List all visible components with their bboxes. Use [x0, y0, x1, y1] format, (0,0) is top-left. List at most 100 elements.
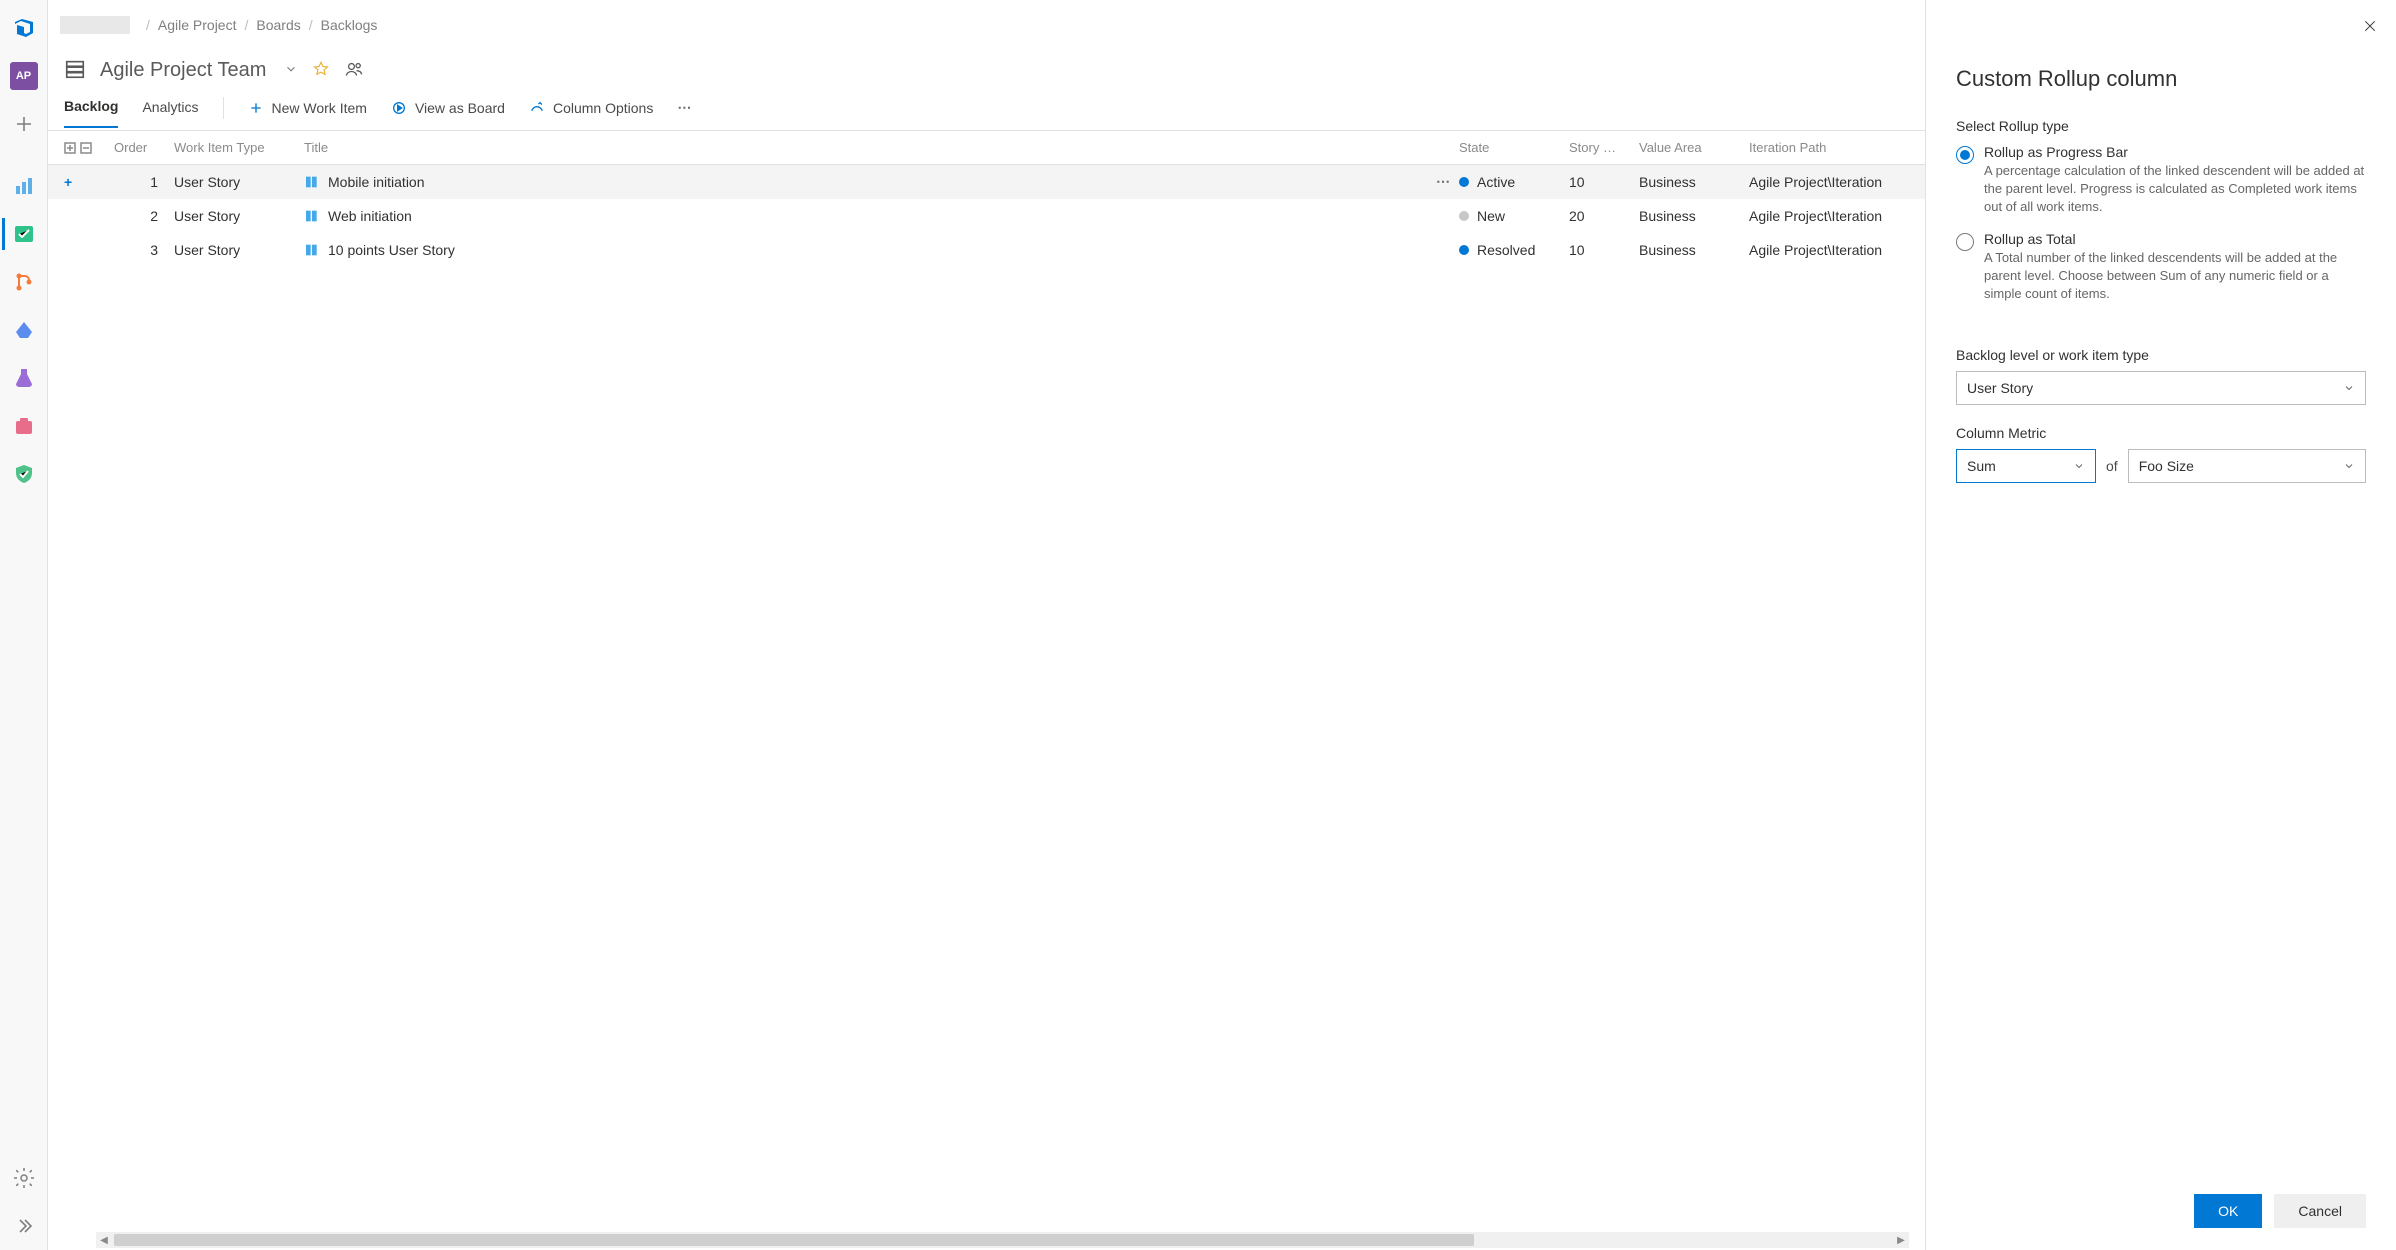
- expand-rail-icon[interactable]: [2, 1204, 46, 1248]
- panel-title: Custom Rollup column: [1956, 66, 2366, 92]
- radio-progress-bar-input[interactable]: [1956, 146, 1974, 164]
- backlog-icon: [64, 58, 86, 83]
- radio-total[interactable]: Rollup as Total A Total number of the li…: [1956, 231, 2366, 304]
- cell-state: New: [1459, 208, 1569, 224]
- cell-state: Active: [1459, 174, 1569, 190]
- column-metric-label: Column Metric: [1956, 425, 2366, 441]
- new-work-item-button[interactable]: New Work Item: [248, 100, 367, 126]
- cell-order: 3: [114, 242, 174, 258]
- table-row[interactable]: +1User StoryMobile initiation⋯Active10Bu…: [48, 165, 1925, 199]
- pipelines-icon[interactable]: [2, 308, 46, 352]
- cell-work-item-type: User Story: [174, 242, 304, 258]
- tab-backlog[interactable]: Backlog: [64, 98, 118, 128]
- radio-total-desc: A Total number of the linked descendents…: [1984, 249, 2366, 304]
- project-badge[interactable]: AP: [2, 54, 46, 98]
- cell-order: 2: [114, 208, 174, 224]
- col-order[interactable]: Order: [114, 140, 174, 155]
- col-title[interactable]: Title: [304, 140, 1399, 155]
- cell-iteration: Agile Project\Iteration: [1749, 208, 1909, 224]
- table-row[interactable]: +2User StoryWeb initiation⋯New20Business…: [48, 199, 1925, 233]
- view-as-board-label: View as Board: [415, 100, 505, 116]
- grid-header-row: Order Work Item Type Title State Story ……: [48, 131, 1925, 165]
- team-name[interactable]: Agile Project Team: [100, 59, 266, 82]
- breadcrumb: / Agile Project / Boards / Backlogs: [48, 0, 1925, 50]
- radio-progress-bar-title: Rollup as Progress Bar: [1984, 144, 2366, 160]
- cell-value-area: Business: [1639, 242, 1749, 258]
- col-value-area[interactable]: Value Area: [1639, 140, 1749, 155]
- user-story-icon: [304, 242, 320, 258]
- azure-devops-logo[interactable]: [2, 6, 46, 50]
- custom-rollup-panel: Custom Rollup column Select Rollup type …: [1926, 0, 2396, 1250]
- backlog-level-dropdown[interactable]: User Story: [1956, 371, 2366, 405]
- breadcrumb-project[interactable]: Agile Project: [158, 17, 237, 33]
- team-picker-chevron-icon[interactable]: [280, 62, 298, 79]
- metric-aggregation-value: Sum: [1967, 458, 1996, 474]
- add-child-icon[interactable]: +: [64, 174, 114, 190]
- cell-title[interactable]: Web initiation: [304, 208, 1399, 224]
- col-state[interactable]: State: [1459, 140, 1569, 155]
- breadcrumb-backlogs[interactable]: Backlogs: [321, 17, 378, 33]
- org-placeholder: [60, 16, 130, 34]
- chevron-down-icon: [2343, 382, 2355, 394]
- cell-title[interactable]: 10 points User Story: [304, 242, 1399, 258]
- cell-work-item-type: User Story: [174, 174, 304, 190]
- cell-story-points: 20: [1569, 208, 1639, 224]
- new-work-item-label: New Work Item: [272, 100, 367, 116]
- settings-icon[interactable]: [2, 1156, 46, 1200]
- cell-story-points: 10: [1569, 242, 1639, 258]
- cell-value-area: Business: [1639, 208, 1749, 224]
- cell-value-area: Business: [1639, 174, 1749, 190]
- cell-iteration: Agile Project\Iteration: [1749, 242, 1909, 258]
- col-iteration-path[interactable]: Iteration Path: [1749, 140, 1909, 155]
- column-options-button[interactable]: Column Options: [529, 100, 653, 126]
- row-more-icon[interactable]: ⋯: [1399, 173, 1459, 190]
- horizontal-scrollbar[interactable]: ◀ ▶: [96, 1232, 1909, 1248]
- col-story-points[interactable]: Story …: [1569, 140, 1639, 155]
- tabs-toolbar: Backlog Analytics New Work Item View as …: [48, 83, 1925, 131]
- new-item-icon[interactable]: [2, 102, 46, 146]
- artifacts-icon[interactable]: [2, 404, 46, 448]
- tab-analytics[interactable]: Analytics: [142, 99, 198, 127]
- col-work-item-type[interactable]: Work Item Type: [174, 140, 304, 155]
- cell-order: 1: [114, 174, 174, 190]
- boards-icon[interactable]: [2, 212, 46, 256]
- close-panel-button[interactable]: [2362, 18, 2378, 37]
- team-members-icon[interactable]: [344, 59, 364, 82]
- radio-progress-bar[interactable]: Rollup as Progress Bar A percentage calc…: [1956, 144, 2366, 217]
- favorite-star-icon[interactable]: [312, 60, 330, 81]
- team-header: Agile Project Team: [48, 50, 1925, 83]
- radio-progress-bar-desc: A percentage calculation of the linked d…: [1984, 162, 2366, 217]
- cell-iteration: Agile Project\Iteration: [1749, 174, 1909, 190]
- repos-icon[interactable]: [2, 260, 46, 304]
- test-plans-icon[interactable]: [2, 356, 46, 400]
- expand-collapse-all[interactable]: [64, 142, 114, 154]
- cancel-button[interactable]: Cancel: [2274, 1194, 2366, 1228]
- radio-total-title: Rollup as Total: [1984, 231, 2366, 247]
- backlog-level-value: User Story: [1967, 380, 2033, 396]
- user-story-icon: [304, 208, 320, 224]
- toolbar-more-icon[interactable]: ⋯: [677, 99, 693, 126]
- backlog-grid: Order Work Item Type Title State Story ……: [48, 131, 1925, 1232]
- cell-state: Resolved: [1459, 242, 1569, 258]
- cell-work-item-type: User Story: [174, 208, 304, 224]
- metric-of-text: of: [2106, 458, 2118, 474]
- cell-title[interactable]: Mobile initiation: [304, 174, 1399, 190]
- radio-total-input[interactable]: [1956, 233, 1974, 251]
- view-as-board-button[interactable]: View as Board: [391, 100, 505, 126]
- toolbar-separator: [223, 97, 224, 119]
- left-nav-rail: AP: [0, 0, 48, 1250]
- table-row[interactable]: +3User Story10 points User Story⋯Resolve…: [48, 233, 1925, 267]
- user-story-icon: [304, 174, 320, 190]
- chevron-down-icon: [2073, 460, 2085, 472]
- breadcrumb-boards[interactable]: Boards: [256, 17, 300, 33]
- main-content: / Agile Project / Boards / Backlogs Agil…: [48, 0, 1926, 1250]
- metric-field-value: Foo Size: [2139, 458, 2194, 474]
- cell-story-points: 10: [1569, 174, 1639, 190]
- dashboards-icon[interactable]: [2, 164, 46, 208]
- backlog-level-label: Backlog level or work item type: [1956, 347, 2366, 363]
- metric-aggregation-dropdown[interactable]: Sum: [1956, 449, 2096, 483]
- ok-button[interactable]: OK: [2194, 1194, 2262, 1228]
- column-options-label: Column Options: [553, 100, 653, 116]
- metric-field-dropdown[interactable]: Foo Size: [2128, 449, 2366, 483]
- compliance-icon[interactable]: [2, 452, 46, 496]
